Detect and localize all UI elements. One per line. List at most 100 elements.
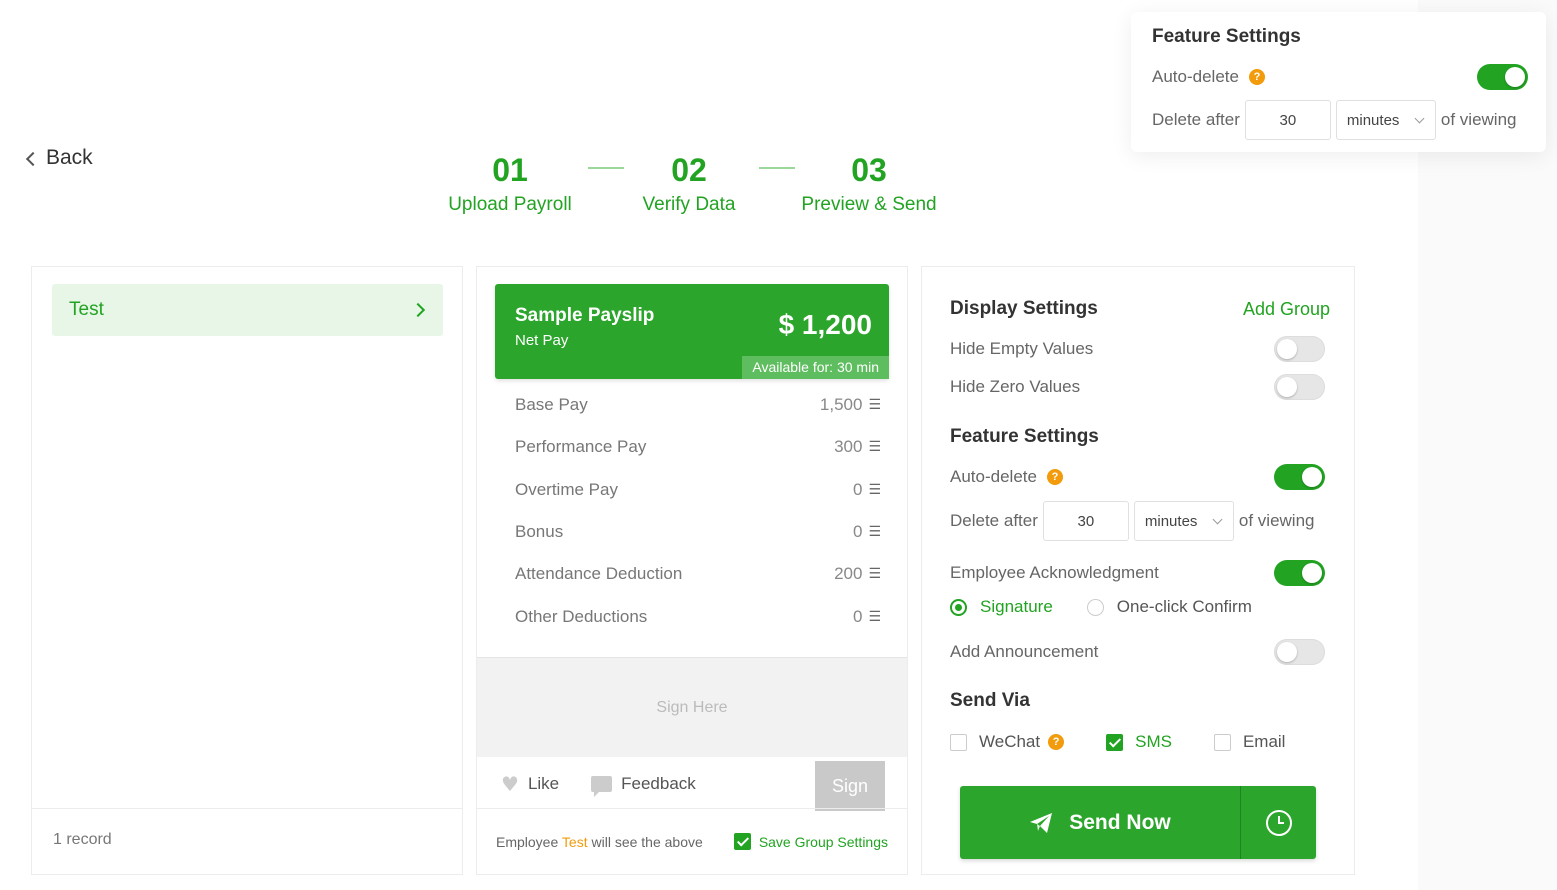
floating-auto-delete-label: Auto-delete: [1152, 67, 1239, 86]
pay-items-list: Base Pay 1,500 ☰ Performance Pay 300 ☰ Ove…: [515, 384, 881, 638]
like-label: Like: [527, 774, 560, 793]
floating-auto-delete-toggle[interactable]: [1477, 64, 1528, 90]
checkbox-unchecked[interactable]: [1213, 733, 1231, 751]
pay-row-base-pay: Base Pay 1,500 ☰: [515, 384, 881, 426]
list-detail-icon[interactable]: ☰: [868, 566, 881, 582]
delete-after-input[interactable]: [1042, 501, 1129, 541]
radio-signature[interactable]: Signature: [950, 597, 1053, 617]
settings-panel: Display Settings Add Group Hide Empty Va…: [921, 266, 1355, 875]
add-announcement-label: Add Announcement: [950, 642, 1099, 661]
hide-empty-values-row: Hide Empty Values: [950, 336, 1325, 362]
auto-delete-row: Auto-delete ?: [950, 464, 1325, 490]
floating-of-viewing-label: of viewing: [1440, 110, 1517, 129]
checkbox-checked[interactable]: [733, 833, 751, 850]
step-label: Preview & Send: [801, 194, 937, 215]
group-item-label: Test: [69, 299, 104, 320]
pay-row-overtime-pay: Overtime Pay 0 ☰: [515, 469, 881, 511]
feedback-button[interactable]: Feedback: [591, 774, 696, 797]
payslip-header: Sample Payslip Net Pay $ 1,200 Available…: [495, 284, 889, 379]
step-connector: [588, 167, 624, 169]
radio-selected[interactable]: [950, 598, 967, 616]
floating-delete-after-input[interactable]: [1244, 100, 1331, 140]
group-item-test[interactable]: Test: [52, 284, 443, 336]
payslip-preview-panel: Sample Payslip Net Pay $ 1,200 Available…: [476, 266, 908, 875]
notice-employee-name: Test: [561, 833, 588, 850]
hide-zero-values-row: Hide Zero Values: [950, 374, 1325, 400]
availability-label: Available for:: [752, 359, 834, 375]
like-button[interactable]: ♥ Like: [501, 772, 559, 796]
hide-zero-values-toggle[interactable]: [1274, 374, 1325, 400]
step-label: Upload Payroll: [448, 194, 572, 215]
list-detail-icon[interactable]: ☰: [868, 397, 881, 413]
floating-delete-unit-select[interactable]: minutes: [1335, 100, 1436, 140]
group-list-panel: Test 1 record: [31, 266, 463, 875]
send-via-title: Send Via: [950, 690, 1030, 711]
notice-suffix: will see the above: [591, 833, 703, 850]
floating-feature-settings: Feature Settings Auto-delete ? Delete af…: [1131, 12, 1546, 152]
clock-icon: [1265, 809, 1292, 836]
chevron-left-icon: [25, 151, 41, 166]
list-detail-icon[interactable]: ☰: [868, 482, 881, 498]
step-label: Verify Data: [642, 194, 736, 215]
radio-one-click-confirm[interactable]: One-click Confirm: [1086, 597, 1252, 617]
payslip-action-bar: ♥ Like Feedback Sign: [477, 757, 907, 811]
question-icon[interactable]: ?: [1046, 469, 1063, 485]
display-settings-title: Display Settings: [950, 298, 1098, 319]
step-connector: [759, 167, 795, 169]
sign-button[interactable]: Sign: [815, 761, 885, 811]
send-now-button[interactable]: Send Now: [960, 786, 1241, 859]
pay-row-other-deductions: Other Deductions 0 ☰: [515, 595, 881, 637]
employee-acknowledgment-row: Employee Acknowledgment: [950, 560, 1325, 586]
question-icon[interactable]: ?: [1248, 69, 1265, 85]
pay-row-label: Attendance Deduction: [515, 564, 683, 584]
floating-delete-after-row: Delete after minutes of viewing: [1152, 100, 1517, 140]
sms-label: SMS: [1135, 732, 1172, 751]
auto-delete-toggle[interactable]: [1274, 464, 1325, 490]
pay-row-value: 300: [834, 437, 863, 457]
schedule-send-button[interactable]: [1241, 786, 1316, 859]
pay-row-label: Other Deductions: [515, 606, 648, 626]
acknowledgment-type-radio-group: Signature One-click Confirm: [950, 597, 1252, 617]
floating-delete-unit-value: minutes: [1346, 111, 1400, 129]
floating-delete-after-label: Delete after: [1152, 110, 1240, 129]
delete-after-label: Delete after: [950, 511, 1038, 530]
pay-row-value: 0: [852, 522, 863, 542]
pay-row-value: 0: [852, 479, 863, 499]
radio-one-click-label: One-click Confirm: [1116, 597, 1252, 616]
save-group-settings-label: Save Group Settings: [758, 833, 888, 850]
send-via-options: WeChat ? SMS Email: [950, 732, 1285, 752]
step-number: 03: [851, 152, 887, 188]
send-via-wechat[interactable]: WeChat ?: [950, 732, 1065, 752]
signature-area[interactable]: Sign Here: [477, 657, 907, 757]
preview-notice: Employee Test will see the above: [496, 834, 703, 850]
checkbox-checked[interactable]: [1106, 733, 1124, 751]
save-group-settings-checkbox[interactable]: Save Group Settings: [733, 833, 888, 850]
hide-empty-values-toggle[interactable]: [1274, 336, 1325, 362]
add-group-link[interactable]: Add Group: [1243, 299, 1330, 320]
chevron-right-icon: [410, 302, 426, 318]
delete-unit-select[interactable]: minutes: [1133, 501, 1234, 541]
heart-icon: ♥: [501, 772, 519, 796]
back-link[interactable]: Back: [25, 146, 93, 170]
question-icon[interactable]: ?: [1048, 734, 1065, 750]
send-now-label: Send Now: [1069, 810, 1171, 834]
pay-row-label: Overtime Pay: [515, 479, 618, 499]
send-via-email[interactable]: Email: [1213, 732, 1285, 752]
send-via-sms[interactable]: SMS: [1106, 732, 1172, 752]
list-detail-icon[interactable]: ☰: [868, 609, 881, 625]
list-detail-icon[interactable]: ☰: [868, 439, 881, 455]
pay-row-performance-pay: Performance Pay 300 ☰: [515, 426, 881, 468]
back-label: Back: [46, 146, 93, 169]
wechat-label: WeChat: [979, 732, 1041, 751]
pay-row-attendance-deduction: Attendance Deduction 200 ☰: [515, 553, 881, 595]
employee-acknowledgment-toggle[interactable]: [1274, 560, 1325, 586]
radio-unselected[interactable]: [1086, 598, 1104, 616]
add-announcement-toggle[interactable]: [1274, 639, 1325, 665]
feedback-label: Feedback: [621, 774, 696, 793]
payslip-title: Sample Payslip: [515, 305, 655, 326]
pay-row-label: Base Pay: [515, 395, 588, 415]
floating-feature-settings-title: Feature Settings: [1152, 26, 1301, 47]
notice-prefix: Employee: [496, 833, 559, 850]
list-detail-icon[interactable]: ☰: [868, 524, 881, 540]
checkbox-unchecked[interactable]: [950, 733, 967, 751]
